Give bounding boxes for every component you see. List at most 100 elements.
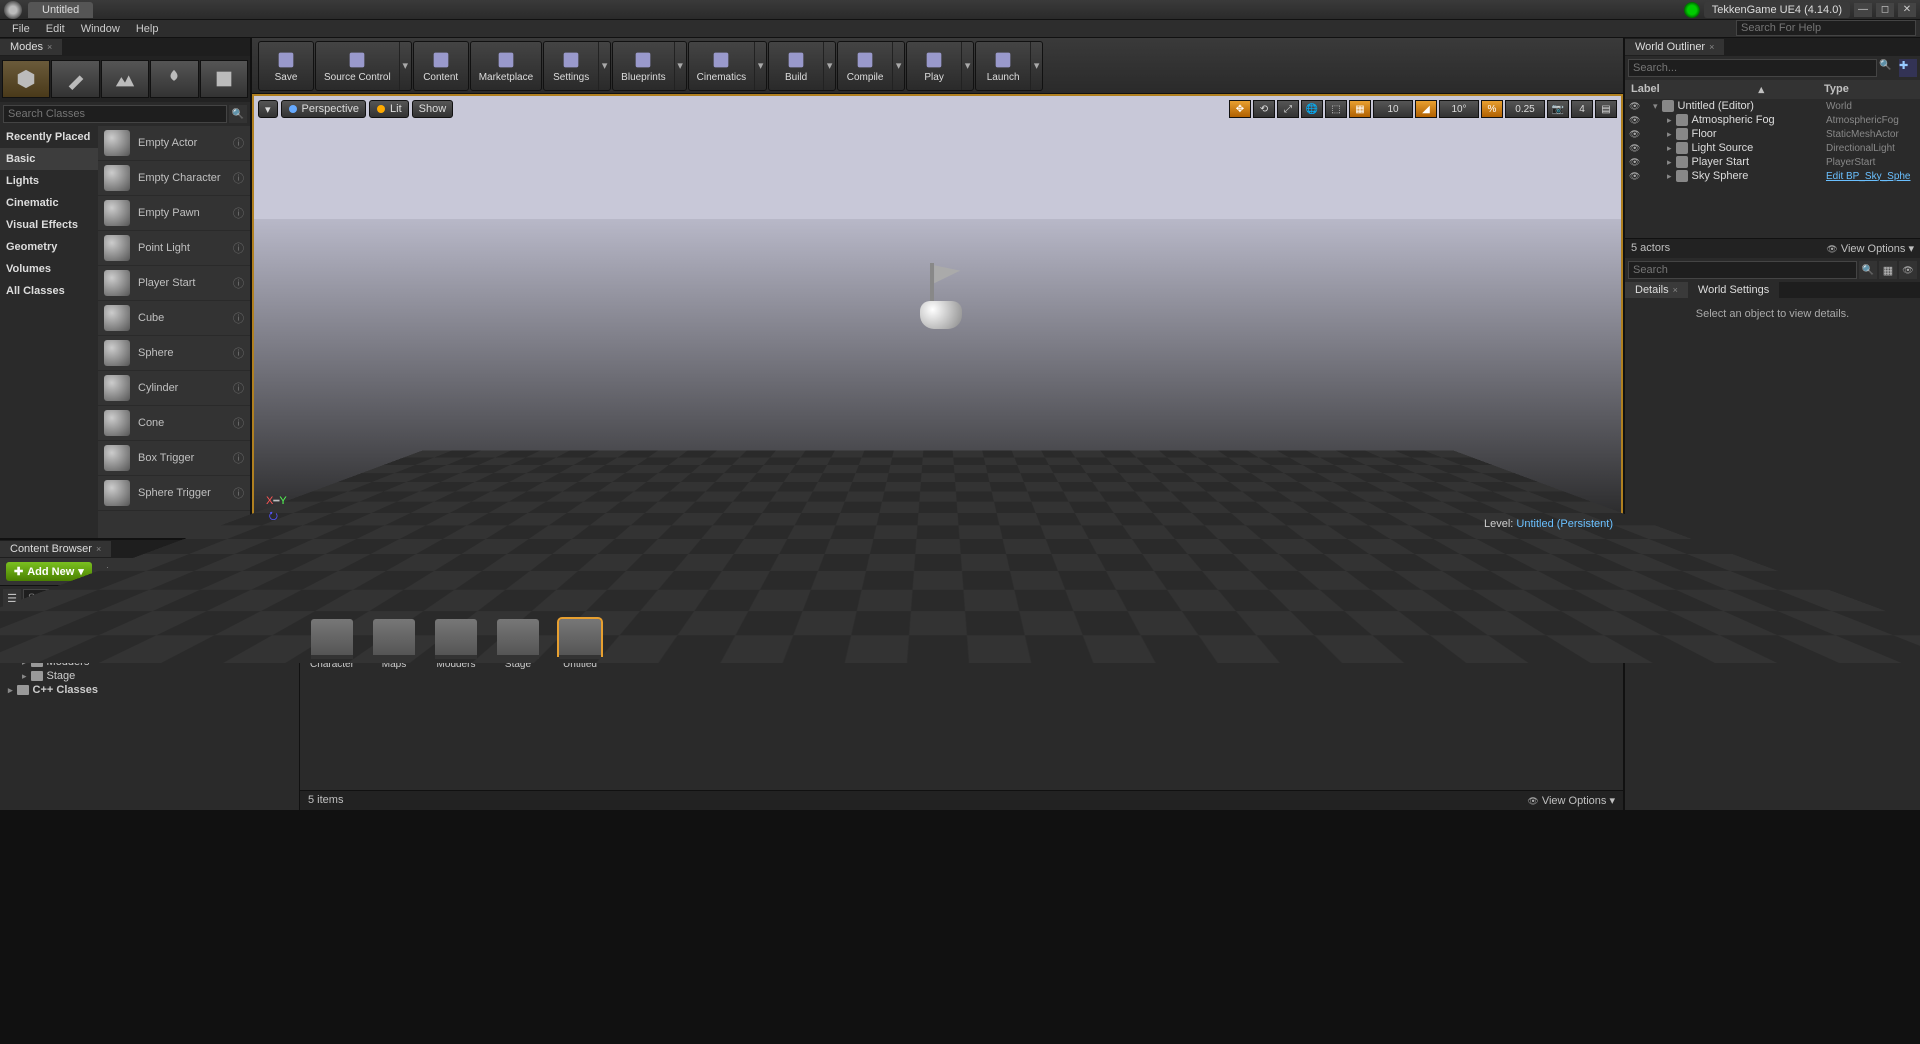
actor-item[interactable]: Point Lightⓘ [98, 231, 250, 266]
blueprints-button[interactable]: Blueprints [613, 42, 673, 90]
outliner-search-input[interactable] [1628, 59, 1877, 77]
expand-icon[interactable] [22, 670, 27, 682]
content-button[interactable]: Content [414, 42, 468, 90]
info-icon[interactable]: ⓘ [233, 240, 244, 256]
play-button[interactable]: Play [907, 42, 961, 90]
outliner-row[interactable]: Sky SphereEdit BP_Sky_Sphe [1625, 169, 1920, 183]
geometry-mode-icon[interactable] [200, 60, 248, 98]
lit-button[interactable]: Lit [369, 100, 409, 118]
launch-button[interactable]: Launch [976, 42, 1030, 90]
help-search[interactable] [1736, 20, 1916, 36]
folder-tree-item[interactable]: C++ Classes [2, 683, 297, 697]
sourcecontrol-status-icon[interactable] [1684, 2, 1700, 18]
title-tab[interactable]: Untitled [28, 2, 93, 18]
scale-gizmo-icon[interactable]: ⤢ [1277, 100, 1299, 118]
maximize-button[interactable]: ◻ [1876, 3, 1894, 17]
actor-item[interactable]: Empty Pawnⓘ [98, 196, 250, 231]
view-options-button[interactable]: View Options ▾ [1826, 242, 1914, 255]
visibility-icon[interactable] [1629, 114, 1641, 126]
foliage-mode-icon[interactable] [150, 60, 198, 98]
place-mode-icon[interactable] [2, 60, 50, 98]
menu-window[interactable]: Window [73, 21, 128, 37]
viewport-menu-button[interactable]: ▾ [258, 100, 278, 118]
category-item[interactable]: Lights [0, 170, 98, 192]
menu-edit[interactable]: Edit [38, 21, 73, 37]
dropdown-arrow-icon[interactable]: ▾ [399, 42, 411, 90]
outliner-add-icon[interactable]: ✚ [1899, 59, 1917, 77]
source-control-button[interactable]: Source Control [316, 42, 399, 90]
actor-item[interactable]: Sphereⓘ [98, 336, 250, 371]
angle-snap-value[interactable]: 10° [1439, 100, 1479, 118]
actor-item[interactable]: Box Triggerⓘ [98, 441, 250, 476]
dropdown-arrow-icon[interactable]: ▾ [674, 42, 686, 90]
dropdown-arrow-icon[interactable]: ▾ [598, 42, 610, 90]
folder-tree-item[interactable]: Stage [2, 669, 297, 683]
info-icon[interactable]: ⓘ [233, 135, 244, 151]
build-button[interactable]: Build [769, 42, 823, 90]
info-icon[interactable]: ⓘ [233, 170, 244, 186]
category-item[interactable]: Cinematic [0, 192, 98, 214]
close-button[interactable]: ✕ [1898, 3, 1916, 17]
expand-icon[interactable] [1667, 170, 1672, 182]
landscape-mode-icon[interactable] [101, 60, 149, 98]
outliner-row[interactable]: Light SourceDirectionalLight [1625, 141, 1920, 155]
info-icon[interactable]: ⓘ [233, 450, 244, 466]
actor-item[interactable]: Empty Actorⓘ [98, 126, 250, 161]
search-icon[interactable] [229, 105, 247, 123]
visibility-icon[interactable] [1629, 100, 1641, 112]
outliner-row[interactable]: Atmospheric FogAtmosphericFog [1625, 113, 1920, 127]
world-settings-tab[interactable]: World Settings [1688, 282, 1779, 298]
camera-speed-value[interactable]: 4 [1571, 100, 1593, 118]
outliner-row[interactable]: FloorStaticMeshActor [1625, 127, 1920, 141]
search-icon[interactable] [1879, 59, 1897, 77]
expand-icon[interactable] [8, 684, 13, 696]
actor-item[interactable]: Coneⓘ [98, 406, 250, 441]
info-icon[interactable]: ⓘ [233, 415, 244, 431]
visibility-icon[interactable] [1629, 142, 1641, 154]
eye-icon[interactable] [1899, 261, 1917, 279]
info-icon[interactable]: ⓘ [233, 275, 244, 291]
viewport[interactable]: X━Y ⭮ Level: Untitled (Persistent) ▾ Per… [252, 94, 1623, 538]
compile-button[interactable]: Compile [838, 42, 892, 90]
visibility-icon[interactable] [1629, 128, 1641, 140]
actor-item[interactable]: Cylinderⓘ [98, 371, 250, 406]
dropdown-arrow-icon[interactable]: ▾ [1030, 42, 1042, 90]
category-item[interactable]: Geometry [0, 236, 98, 258]
paint-mode-icon[interactable] [51, 60, 99, 98]
marketplace-button[interactable]: Marketplace [471, 42, 541, 90]
help-search-input[interactable] [1736, 20, 1916, 36]
save-button[interactable]: Save [259, 42, 313, 90]
visibility-icon[interactable] [1629, 156, 1641, 168]
dropdown-arrow-icon[interactable]: ▾ [961, 42, 973, 90]
expand-icon[interactable] [1667, 156, 1672, 168]
outliner-header[interactable]: Label▴Type [1625, 80, 1920, 99]
scale-snap-icon[interactable]: % [1481, 100, 1503, 118]
dropdown-arrow-icon[interactable]: ▾ [754, 42, 766, 90]
view-options-button[interactable]: View Options ▾ [1527, 794, 1615, 807]
translate-gizmo-icon[interactable]: ✥ [1229, 100, 1251, 118]
category-item[interactable]: Basic [0, 148, 98, 170]
info-icon[interactable]: ⓘ [233, 345, 244, 361]
info-icon[interactable]: ⓘ [233, 485, 244, 501]
expand-icon[interactable] [1653, 100, 1658, 112]
info-icon[interactable]: ⓘ [233, 380, 244, 396]
rotate-gizmo-icon[interactable]: ⟲ [1253, 100, 1275, 118]
grid-snap-icon[interactable]: ▦ [1349, 100, 1371, 118]
perspective-button[interactable]: Perspective [281, 100, 366, 118]
info-icon[interactable]: ⓘ [233, 310, 244, 326]
scale-snap-value[interactable]: 0.25 [1505, 100, 1545, 118]
dropdown-arrow-icon[interactable]: ▾ [823, 42, 835, 90]
actor-item[interactable]: Empty Characterⓘ [98, 161, 250, 196]
actor-item[interactable]: Sphere Triggerⓘ [98, 476, 250, 511]
player-start-actor[interactable] [910, 263, 970, 333]
menu-help[interactable]: Help [128, 21, 167, 37]
actor-item[interactable]: Cubeⓘ [98, 301, 250, 336]
settings-button[interactable]: Settings [544, 42, 598, 90]
actor-item[interactable]: Player Startⓘ [98, 266, 250, 301]
angle-snap-icon[interactable]: ◢ [1415, 100, 1437, 118]
expand-icon[interactable] [1667, 142, 1672, 154]
outliner-row[interactable]: Untitled (Editor)World [1625, 99, 1920, 113]
info-icon[interactable]: ⓘ [233, 205, 244, 221]
dropdown-arrow-icon[interactable]: ▾ [892, 42, 904, 90]
details-search-input[interactable] [1628, 261, 1857, 279]
